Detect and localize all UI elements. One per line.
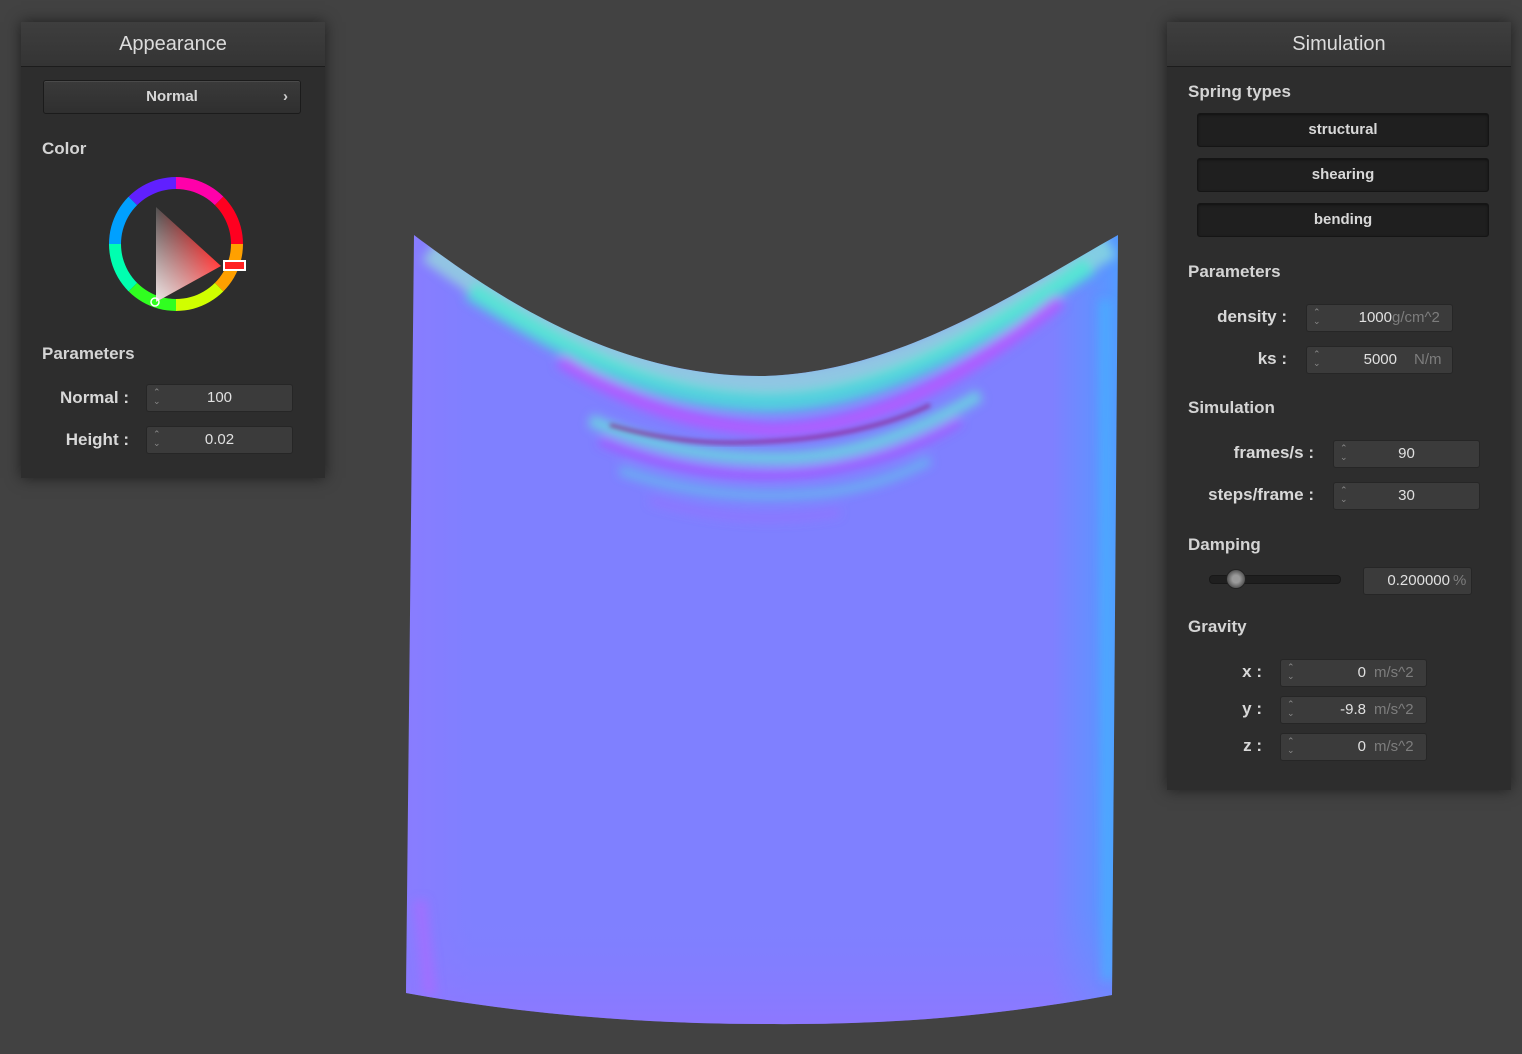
gravity-x-unit: m/s^2	[1374, 664, 1414, 681]
shader-select[interactable]: Normal ›	[43, 80, 301, 114]
structural-toggle[interactable]: structural	[1197, 113, 1489, 147]
gravity-y-unit: m/s^2	[1374, 701, 1414, 718]
gravity-x-value: 0	[1357, 664, 1366, 681]
density-value: 1000	[1358, 309, 1392, 326]
density-input[interactable]: ⌃ ⌄ 1000 g/cm^2	[1306, 304, 1453, 332]
color-wheel[interactable]	[101, 169, 251, 319]
spinner-icon[interactable]: ⌃ ⌄	[1313, 350, 1321, 370]
ks-input[interactable]: ⌃ ⌄ 5000 N/m	[1306, 346, 1453, 374]
spinner-icon[interactable]: ⌃ ⌄	[1287, 737, 1295, 757]
gravity-y-value: -9.8	[1340, 701, 1366, 718]
damping-slider-thumb[interactable]	[1226, 569, 1246, 589]
height-input[interactable]: ⌃ ⌄ 0.02	[146, 426, 293, 454]
hue-selector-handle[interactable]	[223, 260, 246, 271]
shader-select-value: Normal	[146, 88, 198, 105]
spinner-icon[interactable]: ⌃ ⌄	[1287, 663, 1295, 683]
normal-value: 100	[206, 389, 233, 406]
gravity-x-input[interactable]: ⌃ ⌄ 0 m/s^2	[1280, 659, 1427, 687]
damping-unit: %	[1453, 572, 1467, 589]
spinner-icon[interactable]: ⌃ ⌄	[153, 430, 161, 450]
appearance-panel-title: Appearance	[21, 22, 325, 67]
frames-value: 90	[1398, 445, 1415, 462]
damping-input[interactable]: 0.200000 %	[1363, 567, 1472, 595]
simulation-parameters-title: Parameters	[1188, 262, 1281, 281]
steps-input[interactable]: ⌃ ⌄ 30	[1333, 482, 1480, 510]
gravity-z-input[interactable]: ⌃ ⌄ 0 m/s^2	[1280, 733, 1427, 761]
appearance-panel: Appearance Normal › Color Parameters Nor…	[21, 22, 325, 478]
shearing-toggle[interactable]: shearing	[1197, 158, 1489, 192]
gravity-y-input[interactable]: ⌃ ⌄ -9.8 m/s^2	[1280, 696, 1427, 724]
spinner-icon[interactable]: ⌃ ⌄	[153, 388, 161, 408]
normal-input[interactable]: ⌃ ⌄ 100	[146, 384, 293, 412]
gravity-z-value: 0	[1357, 738, 1366, 755]
appearance-parameters-title: Parameters	[42, 344, 135, 363]
simulation-panel-title: Simulation	[1167, 22, 1511, 67]
spinner-icon[interactable]: ⌃ ⌄	[1313, 308, 1321, 328]
steps-label: steps/frame :	[1208, 485, 1314, 504]
damping-title: Damping	[1188, 535, 1261, 554]
chevron-right-icon: ›	[283, 88, 288, 105]
simulation-panel: Simulation Spring types structural shear…	[1167, 22, 1511, 790]
spring-types-title: Spring types	[1188, 82, 1291, 101]
density-label: density :	[1217, 307, 1287, 326]
spinner-icon[interactable]: ⌃ ⌄	[1340, 486, 1348, 506]
normal-label: Normal :	[60, 388, 129, 407]
spinner-icon[interactable]: ⌃ ⌄	[1340, 444, 1348, 464]
gravity-z-unit: m/s^2	[1374, 738, 1414, 755]
ks-value: 5000	[1363, 351, 1397, 368]
gravity-title: Gravity	[1188, 617, 1247, 636]
simulation-section-title: Simulation	[1188, 398, 1275, 417]
frames-label: frames/s :	[1233, 443, 1314, 462]
color-section-title: Color	[42, 139, 87, 158]
gravity-x-label: x :	[1242, 662, 1262, 681]
gravity-z-label: z :	[1243, 736, 1262, 755]
density-unit: g/cm^2	[1392, 309, 1440, 326]
height-label: Height :	[65, 430, 129, 449]
height-value: 0.02	[204, 431, 235, 448]
gravity-y-label: y :	[1242, 699, 1262, 718]
steps-value: 30	[1398, 487, 1415, 504]
cloth-mesh	[406, 235, 1118, 1025]
frames-input[interactable]: ⌃ ⌄ 90	[1333, 440, 1480, 468]
ks-label: ks :	[1257, 349, 1287, 368]
spinner-icon[interactable]: ⌃ ⌄	[1287, 700, 1295, 720]
ks-unit: N/m	[1414, 351, 1442, 368]
bending-toggle[interactable]: bending	[1197, 203, 1489, 237]
damping-value: 0.200000	[1387, 572, 1450, 589]
